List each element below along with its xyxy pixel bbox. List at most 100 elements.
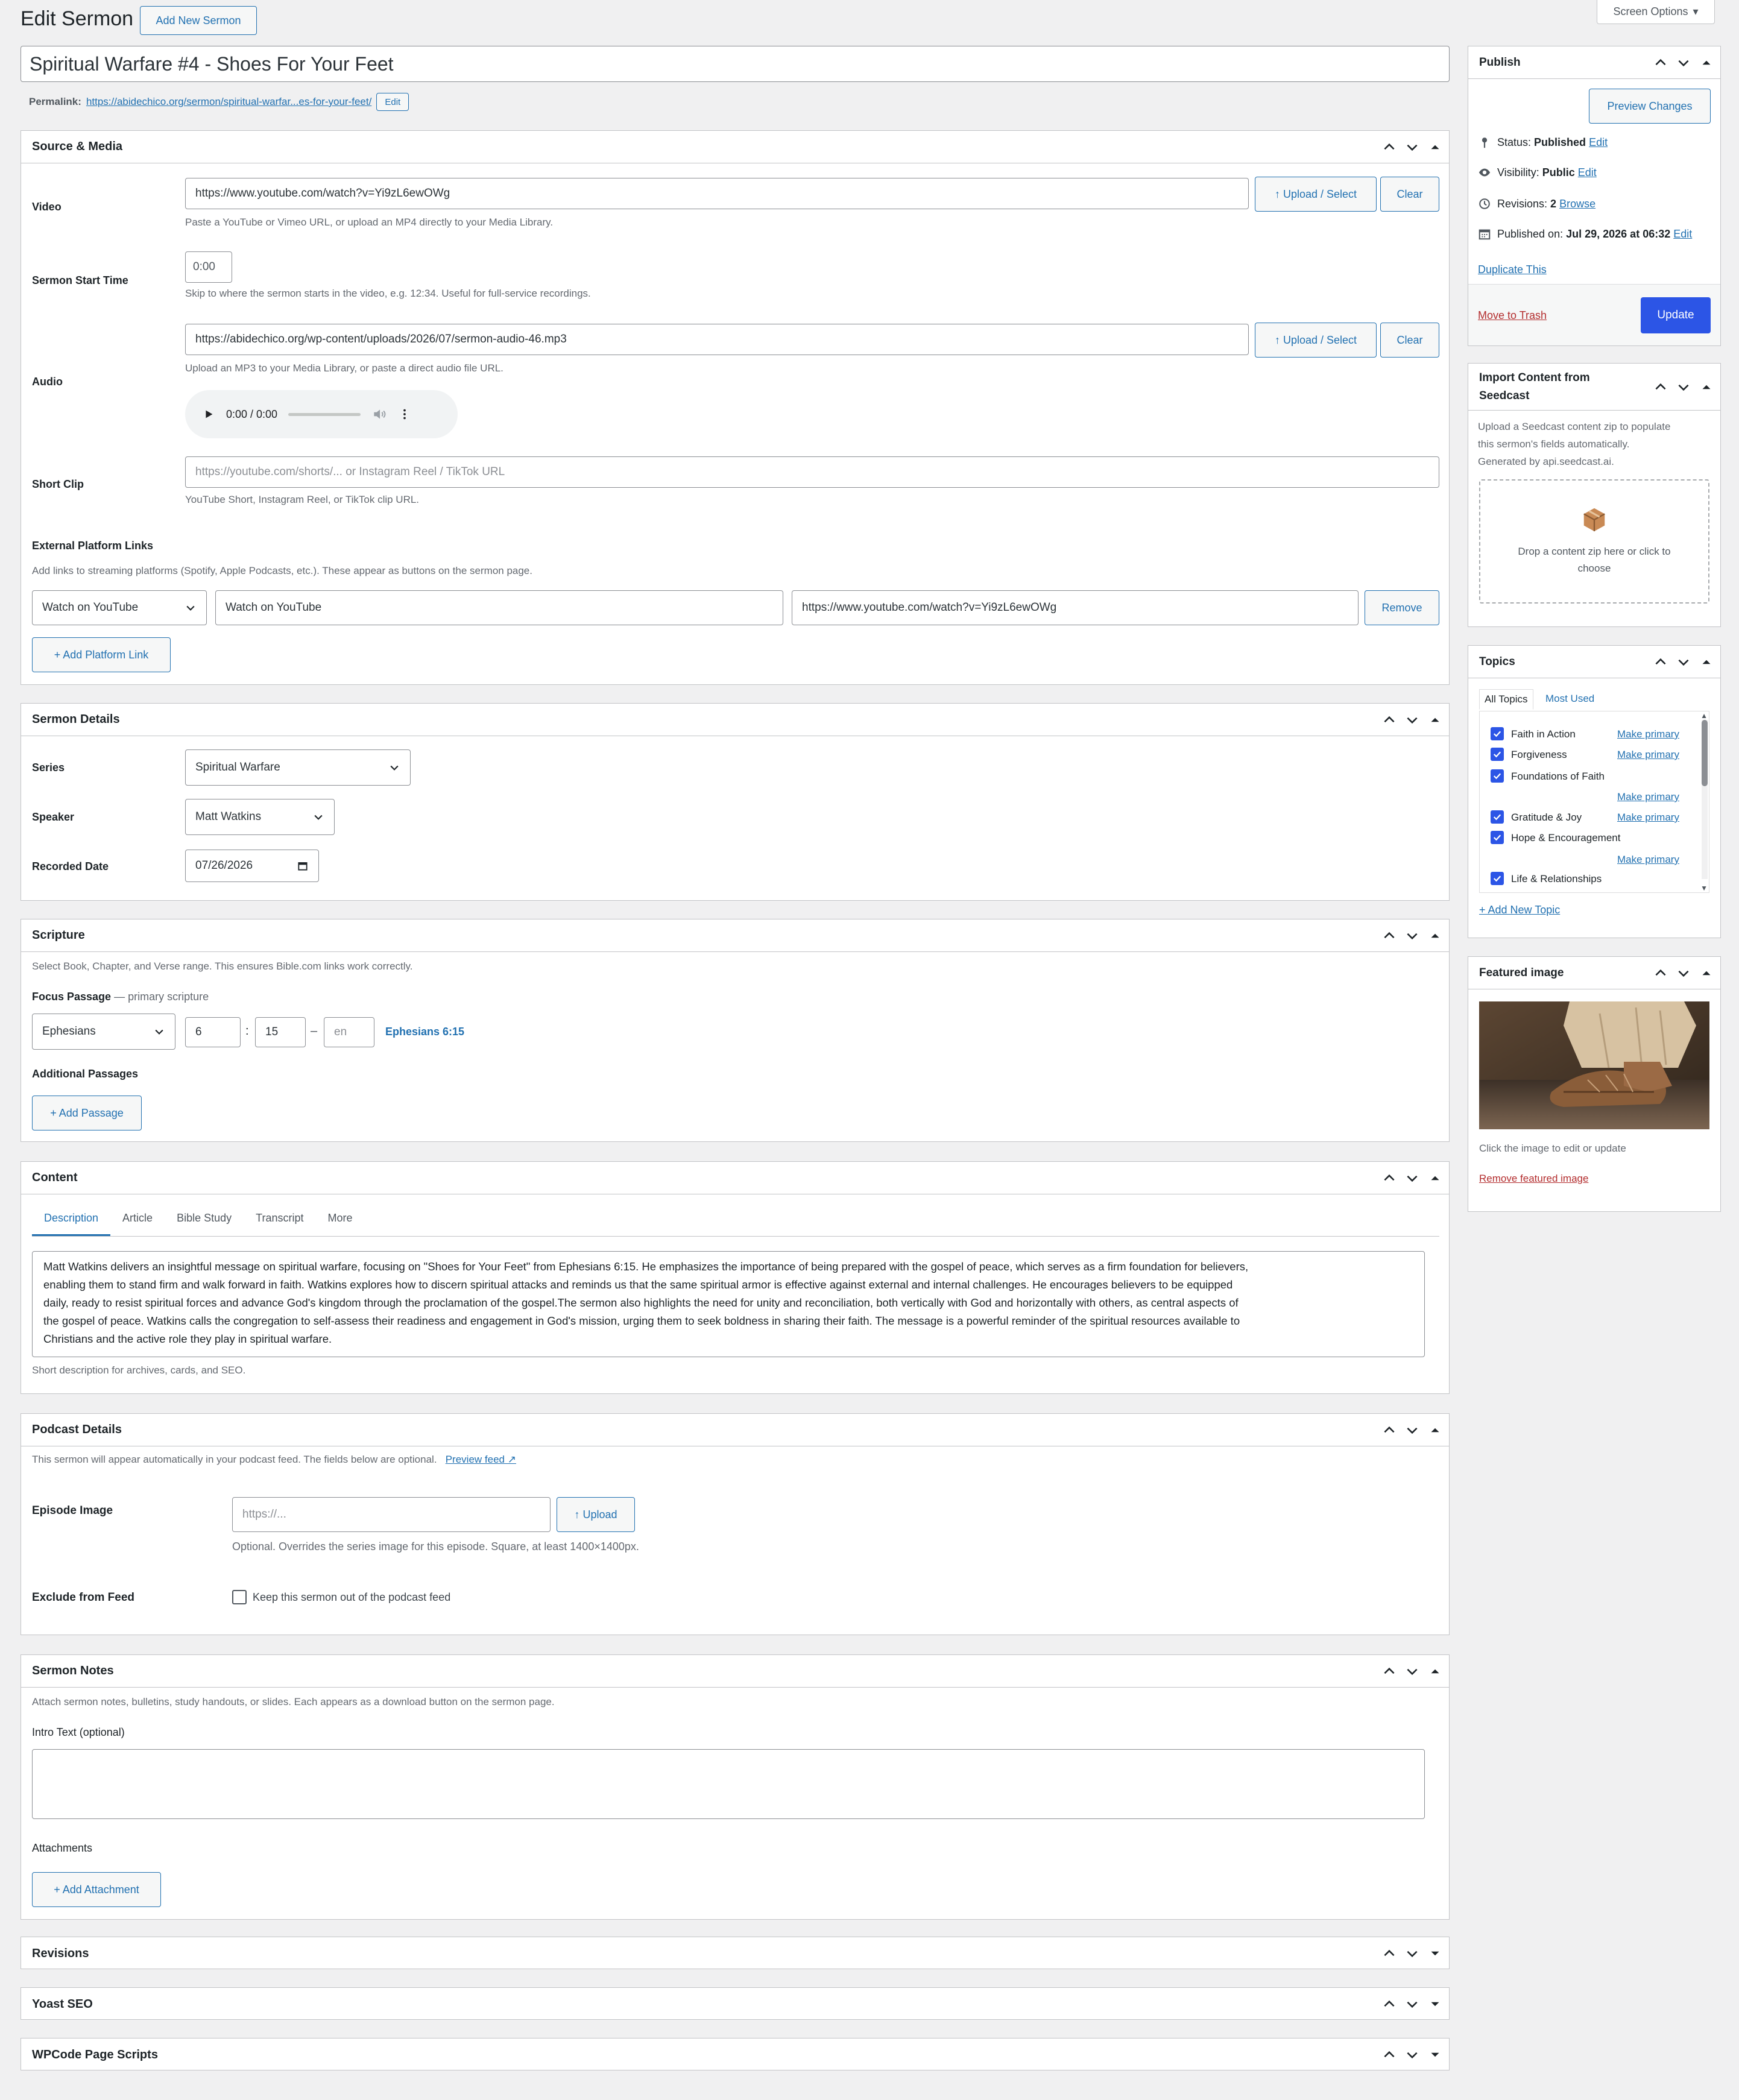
- wpcode-header[interactable]: WPCode Page Scripts: [21, 2039, 1449, 2071]
- tab-more[interactable]: More: [315, 1200, 364, 1236]
- topic-checkbox-checked[interactable]: [1491, 872, 1504, 885]
- screen-options-button[interactable]: Screen Options ▾: [1597, 0, 1715, 24]
- preview-feed-link[interactable]: Preview feed ↗: [446, 1454, 516, 1465]
- add-attachment-button[interactable]: + Add Attachment: [32, 1872, 161, 1907]
- scroll-up-arrow-icon[interactable]: ▲: [1700, 711, 1708, 720]
- intro-text-textarea[interactable]: [32, 1749, 1425, 1819]
- speaker-select[interactable]: Matt Watkins: [185, 799, 335, 835]
- preview-changes-button[interactable]: Preview Changes: [1589, 89, 1711, 124]
- update-button[interactable]: Update: [1641, 297, 1711, 333]
- move-to-trash-link[interactable]: Move to Trash: [1478, 309, 1547, 322]
- volume-icon[interactable]: [371, 406, 387, 422]
- chevron-down-icon[interactable]: [1404, 1946, 1420, 1961]
- topics-header[interactable]: Topics: [1468, 646, 1720, 678]
- scripture-header[interactable]: Scripture: [21, 919, 1449, 952]
- topic-checkbox-checked[interactable]: [1491, 727, 1504, 740]
- tab-article[interactable]: Article: [110, 1200, 165, 1236]
- chevron-down-icon[interactable]: [1404, 1996, 1420, 2012]
- permalink-link[interactable]: https://abidechico.org/sermon/spiritual-…: [86, 96, 371, 108]
- collapse-triangle-icon[interactable]: [1699, 965, 1714, 981]
- chevron-up-icon[interactable]: [1381, 712, 1397, 728]
- collapse-triangle-icon[interactable]: [1699, 379, 1714, 395]
- topic-checkbox-checked[interactable]: [1491, 831, 1504, 844]
- browse-revisions-link[interactable]: Browse: [1559, 198, 1595, 210]
- import-content-header[interactable]: Import Content from Seedcast: [1468, 364, 1720, 411]
- remove-featured-image-link[interactable]: Remove featured image: [1479, 1173, 1588, 1185]
- make-primary-link[interactable]: Make primary: [1617, 728, 1679, 740]
- topics-scrollbar[interactable]: [1702, 720, 1708, 879]
- collapse-triangle-icon[interactable]: [1427, 1663, 1443, 1679]
- audio-clear-button[interactable]: Clear: [1380, 323, 1439, 358]
- collapse-triangle-icon[interactable]: [1427, 1170, 1443, 1186]
- chevron-up-icon[interactable]: [1653, 379, 1668, 395]
- chevron-up-icon[interactable]: [1653, 965, 1668, 981]
- tab-transcript[interactable]: Transcript: [244, 1200, 315, 1236]
- audio-progress-bar[interactable]: [288, 412, 361, 416]
- collapse-triangle-icon[interactable]: [1699, 654, 1714, 670]
- podcast-details-header[interactable]: Podcast Details: [21, 1414, 1449, 1446]
- chevron-down-icon[interactable]: [1404, 1663, 1420, 1679]
- add-new-topic-link[interactable]: + Add New Topic: [1479, 904, 1560, 916]
- verse-start-input[interactable]: 15: [255, 1017, 306, 1047]
- audio-player[interactable]: 0:00 / 0:00: [185, 390, 458, 438]
- exclude-feed-checkbox[interactable]: [232, 1590, 247, 1604]
- verse-end-input[interactable]: en: [324, 1017, 374, 1047]
- chevron-up-icon[interactable]: [1653, 654, 1668, 670]
- series-select[interactable]: Spiritual Warfare: [185, 749, 411, 786]
- chapter-input[interactable]: 6: [185, 1017, 241, 1047]
- visibility-edit-link[interactable]: Edit: [1578, 166, 1597, 178]
- chevron-down-icon[interactable]: [1404, 2047, 1420, 2063]
- topics-tab-most-used[interactable]: Most Used: [1545, 693, 1594, 705]
- published-on-edit-link[interactable]: Edit: [1673, 228, 1692, 240]
- chevron-down-icon[interactable]: [1404, 139, 1420, 155]
- add-new-sermon-button[interactable]: Add New Sermon: [140, 6, 257, 35]
- chevron-down-icon[interactable]: [1404, 712, 1420, 728]
- audio-url-input[interactable]: https://abidechico.org/wp-content/upload…: [185, 324, 1249, 355]
- remove-platform-button[interactable]: Remove: [1365, 590, 1439, 625]
- chevron-down-icon[interactable]: [1404, 1422, 1420, 1438]
- calendar-icon[interactable]: [297, 860, 309, 872]
- chevron-up-icon[interactable]: [1381, 928, 1397, 944]
- duplicate-link[interactable]: Duplicate This: [1478, 263, 1547, 276]
- topic-checkbox-checked[interactable]: [1491, 810, 1504, 824]
- chevron-down-icon[interactable]: [1404, 1170, 1420, 1186]
- scroll-down-arrow-icon[interactable]: ▼: [1700, 884, 1708, 892]
- featured-image-thumbnail[interactable]: [1479, 1001, 1709, 1129]
- topic-checkbox-checked[interactable]: [1491, 769, 1504, 783]
- zip-dropzone[interactable]: Drop a content zip here or click to choo…: [1479, 479, 1709, 604]
- content-header[interactable]: Content: [21, 1162, 1449, 1194]
- description-textarea[interactable]: Matt Watkins delivers an insightful mess…: [32, 1251, 1425, 1357]
- chevron-up-icon[interactable]: [1381, 1170, 1397, 1186]
- topic-checkbox-checked[interactable]: [1491, 748, 1504, 761]
- add-passage-button[interactable]: + Add Passage: [32, 1096, 142, 1130]
- make-primary-link[interactable]: Make primary: [1617, 749, 1679, 761]
- chevron-up-icon[interactable]: [1381, 139, 1397, 155]
- sermon-details-header[interactable]: Sermon Details: [21, 704, 1449, 736]
- chevron-up-icon[interactable]: [1381, 1946, 1397, 1961]
- more-options-icon[interactable]: [398, 408, 411, 421]
- video-clear-button[interactable]: Clear: [1380, 177, 1439, 212]
- chevron-down-icon[interactable]: [1676, 379, 1691, 395]
- expand-triangle-icon[interactable]: [1427, 2047, 1443, 2063]
- publish-header[interactable]: Publish: [1468, 46, 1720, 79]
- chevron-up-icon[interactable]: [1653, 55, 1668, 71]
- make-primary-link[interactable]: Make primary: [1617, 791, 1679, 803]
- source-media-header[interactable]: Source & Media: [21, 131, 1449, 163]
- episode-upload-button[interactable]: ↑ Upload: [557, 1497, 635, 1532]
- status-edit-link[interactable]: Edit: [1589, 136, 1608, 148]
- make-primary-link[interactable]: Make primary: [1617, 854, 1679, 866]
- expand-triangle-icon[interactable]: [1427, 1996, 1443, 2012]
- chevron-up-icon[interactable]: [1381, 1996, 1397, 2012]
- short-clip-input[interactable]: https://youtube.com/shorts/... or Instag…: [185, 456, 1439, 488]
- featured-image-header[interactable]: Featured image: [1468, 957, 1720, 989]
- collapse-triangle-icon[interactable]: [1427, 1422, 1443, 1438]
- audio-upload-button[interactable]: ↑ Upload / Select: [1255, 323, 1377, 358]
- collapse-triangle-icon[interactable]: [1427, 928, 1443, 944]
- collapse-triangle-icon[interactable]: [1427, 139, 1443, 155]
- tab-bible-study[interactable]: Bible Study: [165, 1200, 244, 1236]
- revisions-header[interactable]: Revisions: [21, 1937, 1449, 1970]
- chevron-up-icon[interactable]: [1381, 1422, 1397, 1438]
- chevron-down-icon[interactable]: [1676, 965, 1691, 981]
- chevron-down-icon[interactable]: [1404, 928, 1420, 944]
- chevron-down-icon[interactable]: [1676, 55, 1691, 71]
